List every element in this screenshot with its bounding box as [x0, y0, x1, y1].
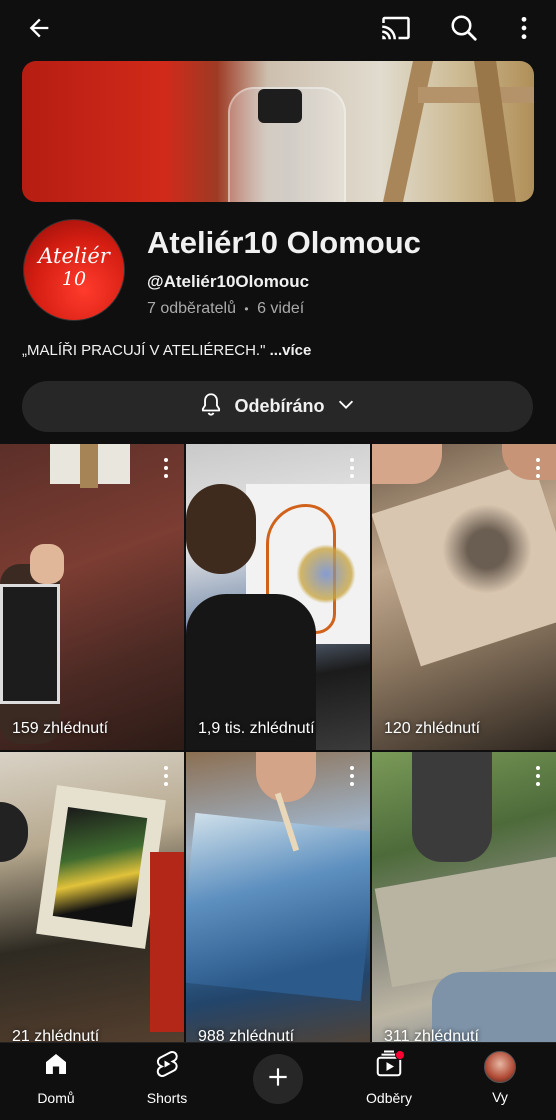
plus-icon: [265, 1064, 291, 1095]
user-avatar: [484, 1051, 516, 1083]
nav-home-label: Domů: [37, 1090, 75, 1106]
channel-name: Ateliér10 Olomouc: [147, 225, 421, 260]
short-views: 120 zhlédnutí: [384, 720, 481, 737]
nav-you[interactable]: Vy: [455, 1049, 545, 1105]
notification-dot: [395, 1050, 405, 1060]
tile-thumbnail-detail: [0, 584, 60, 704]
channel-stats: 7 odběratelů • 6 videí: [147, 300, 304, 318]
nav-subscriptions-label: Odběry: [366, 1090, 412, 1106]
more-vert-icon[interactable]: [504, 8, 544, 48]
tile-thumbnail-detail: [442, 504, 532, 594]
create-button[interactable]: [253, 1054, 303, 1104]
search-icon[interactable]: [444, 8, 484, 48]
short-views: 988 zhlédnutí: [198, 1028, 295, 1042]
short-tile[interactable]: 159 zhlédnutí: [0, 444, 184, 750]
chevron-down-icon: [335, 393, 357, 420]
tile-thumbnail-detail: [80, 444, 98, 488]
tile-thumbnail-detail: [30, 544, 64, 584]
tile-thumbnail-detail: [150, 852, 184, 1032]
short-more-icon[interactable]: [160, 458, 172, 478]
short-more-icon[interactable]: [160, 766, 172, 786]
short-tile[interactable]: 988 zhlédnutí: [186, 752, 370, 1042]
banner-easel-decoration: [383, 61, 433, 202]
avatar-logo-number: 10: [61, 268, 87, 290]
tile-thumbnail-detail: [412, 752, 492, 862]
avatar-logo-text: Ateliér: [38, 244, 110, 268]
tile-thumbnail-detail: [256, 752, 316, 802]
short-views: 311 zhlédnutí: [384, 1028, 479, 1042]
short-tile[interactable]: 311 zhlédnutí: [372, 752, 556, 1042]
tile-thumbnail-detail: [186, 812, 370, 1002]
home-icon: [41, 1054, 71, 1083]
short-more-icon[interactable]: [532, 458, 544, 478]
tile-thumbnail-detail: [0, 802, 28, 862]
subscriber-count: 7 odběratelů: [147, 300, 236, 317]
video-count: 6 videí: [257, 300, 305, 317]
subscriptions-icon: [374, 1050, 404, 1083]
channel-banner: [22, 61, 534, 202]
nav-home[interactable]: Domů: [11, 1049, 101, 1106]
subscribed-label: Odebíráno: [234, 396, 325, 416]
short-views: 1,9 tis. zhlédnutí: [198, 720, 315, 737]
short-tile[interactable]: 1,9 tis. zhlédnutí: [186, 444, 370, 750]
short-more-icon[interactable]: [346, 458, 358, 478]
nav-you-label: Vy: [492, 1089, 508, 1105]
short-views: 21 zhlédnutí: [12, 1028, 100, 1042]
short-tile[interactable]: 21 zhlédnutí: [0, 752, 184, 1042]
tile-thumbnail-detail: [296, 544, 356, 604]
banner-easel-decoration-2: [474, 61, 516, 202]
back-arrow-icon[interactable]: [19, 8, 59, 48]
nav-subscriptions[interactable]: Odběry: [344, 1049, 434, 1106]
short-more-icon[interactable]: [346, 766, 358, 786]
more-link[interactable]: ...více: [270, 342, 312, 359]
channel-description[interactable]: „MALÍŘI PRACUJÍ V ATELIÉRECH." ...více: [22, 342, 311, 359]
tile-thumbnail-detail: [52, 806, 148, 928]
short-more-icon[interactable]: [532, 766, 544, 786]
tile-thumbnail-detail: [372, 444, 442, 484]
short-views: 159 zhlédnutí: [12, 720, 109, 737]
description-text: „MALÍŘI PRACUJÍ V ATELIÉRECH.": [22, 342, 266, 359]
channel-avatar[interactable]: Ateliér 10: [23, 219, 125, 321]
tile-thumbnail-detail: [374, 856, 556, 988]
short-tile[interactable]: 120 zhlédnutí: [372, 444, 556, 750]
bottom-navigation: Domů Shorts Odběry Vy: [0, 1042, 556, 1120]
channel-handle: @Ateliér10Olomouc: [147, 272, 310, 291]
tile-thumbnail-detail: [186, 484, 256, 574]
bell-icon: [198, 391, 224, 422]
nav-shorts-label: Shorts: [146, 1090, 188, 1106]
subscribed-button[interactable]: Odebíráno: [22, 381, 533, 432]
banner-bottle-cap: [258, 89, 302, 123]
nav-shorts[interactable]: Shorts: [122, 1049, 212, 1106]
top-app-bar: [0, 0, 556, 56]
shorts-grid: 159 zhlédnutí 1,9 tis. zhlédnutí 120 zhl…: [0, 444, 556, 1042]
cast-icon[interactable]: [376, 8, 416, 48]
banner-easel-bar: [418, 87, 534, 103]
shorts-icon: [152, 1051, 182, 1083]
stats-separator: •: [244, 302, 249, 316]
